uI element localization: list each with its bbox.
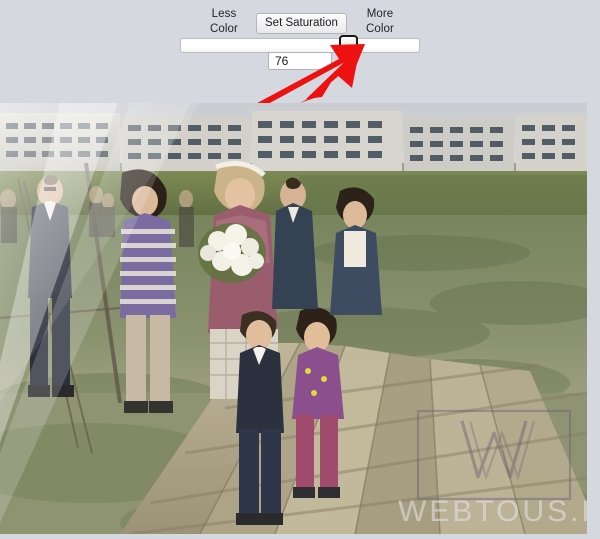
more-color-label-line1: More bbox=[366, 8, 394, 20]
saturation-slider-track[interactable] bbox=[180, 38, 420, 53]
photo-right-gutter bbox=[587, 103, 600, 534]
saturation-value-input[interactable]: 76 bbox=[268, 52, 332, 70]
photo-bottom-gutter bbox=[0, 534, 600, 539]
photo-watermark-text: WEBTOUS.RU bbox=[398, 495, 587, 528]
saturation-slider[interactable] bbox=[180, 35, 420, 56]
saturation-slider-handle[interactable] bbox=[339, 35, 358, 56]
less-color-label-line1: Less bbox=[211, 8, 237, 20]
less-color-label: Less Color bbox=[196, 7, 252, 37]
more-color-label-line2: Color bbox=[366, 23, 394, 35]
photo-preview[interactable]: WEBTOUS.RU bbox=[0, 103, 588, 534]
more-color-label: More Color bbox=[352, 7, 408, 37]
less-color-label-line2: Color bbox=[210, 23, 238, 35]
photo-bouquet bbox=[198, 223, 266, 283]
photo-canvas: WEBTOUS.RU bbox=[0, 103, 587, 534]
set-saturation-button[interactable]: Set Saturation bbox=[256, 13, 347, 34]
saturation-control-panel: Less Color Set Saturation More Color 76 bbox=[0, 0, 600, 103]
application-window: Less Color Set Saturation More Color 76 bbox=[0, 0, 600, 539]
